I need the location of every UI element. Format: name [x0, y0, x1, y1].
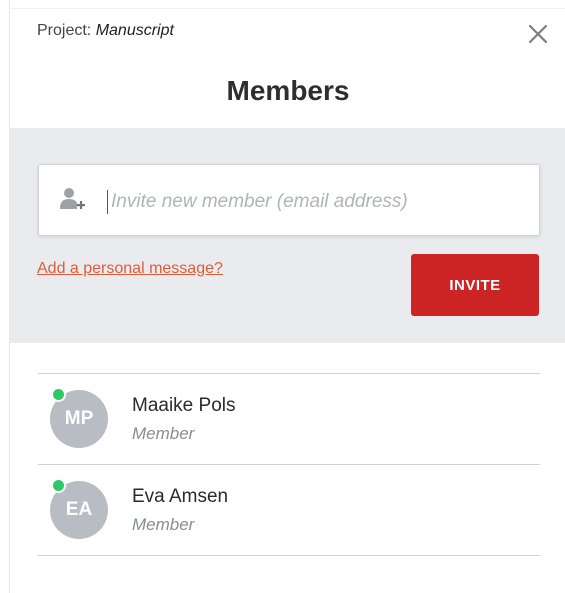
invite-section: Invite new member (email address) Add a …	[10, 128, 565, 343]
member-name: Eva Amsen	[132, 486, 229, 507]
user-add-icon	[60, 188, 85, 209]
invite-button[interactable]: INVITE	[411, 254, 539, 316]
member-row[interactable]: EA Eva Amsen Member	[38, 464, 540, 556]
close-button[interactable]	[526, 22, 550, 46]
members-list: MP Maaike Pols Member EA Eva Amsen Membe…	[38, 373, 540, 556]
member-role: Member	[132, 515, 195, 534]
project-prefix: Project:	[37, 22, 92, 39]
invite-email-input[interactable]: Invite new member (email address)	[38, 164, 540, 236]
text-caret	[107, 190, 108, 214]
member-role: Member	[132, 424, 195, 443]
close-icon	[528, 24, 548, 44]
invite-placeholder: Invite new member (email address)	[111, 191, 408, 212]
online-status-dot	[51, 478, 66, 493]
member-row[interactable]: MP Maaike Pols Member	[38, 373, 540, 464]
panel-top-border	[9, 8, 565, 9]
project-label: Project: Manuscript	[37, 22, 174, 40]
add-personal-message-link[interactable]: Add a personal message?	[37, 260, 223, 278]
member-name: Maaike Pols	[132, 395, 236, 416]
project-name: Manuscript	[95, 22, 174, 39]
online-status-dot	[51, 387, 66, 402]
page-title: Members	[226, 75, 350, 106]
members-panel: Project: Manuscript Members Invite new m…	[0, 0, 565, 593]
